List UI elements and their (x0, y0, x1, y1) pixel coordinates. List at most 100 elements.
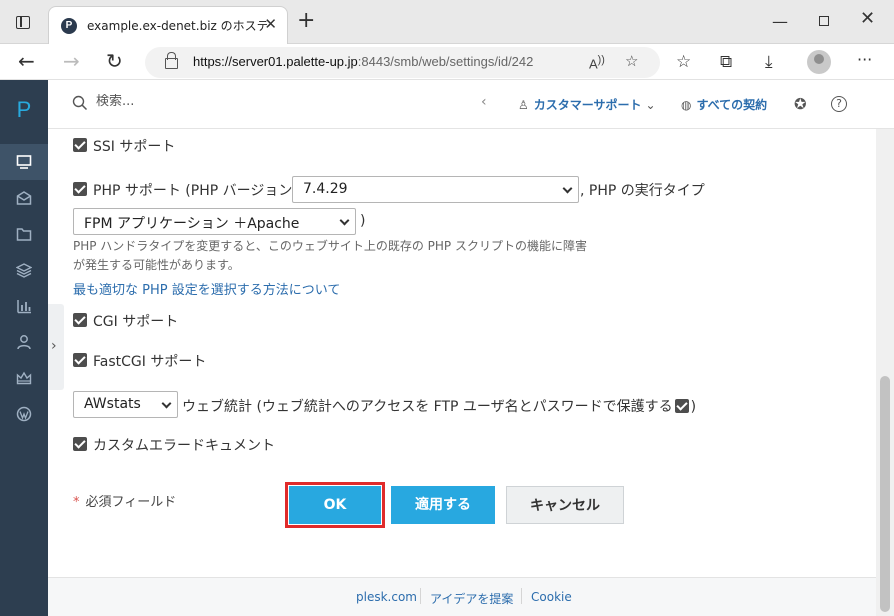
required-star: * (73, 495, 80, 510)
footer-link-cookie[interactable]: Cookie (531, 590, 572, 604)
account-icon (16, 371, 32, 385)
tab-actions-icon[interactable] (16, 16, 30, 29)
php-settings-help-link[interactable]: 最も適切な PHP 設定を選択する方法について (73, 279, 340, 298)
forward-icon[interactable]: → (63, 49, 80, 73)
all-subscriptions-label: すべての契約 (696, 98, 768, 112)
cgi-checkbox[interactable] (73, 313, 87, 327)
user-icon: ♙ (518, 98, 529, 112)
php-support-label: PHP サポート (PHP バージョン (93, 183, 293, 199)
browser-navbar: ← → ↻ https://server01.palette-up.jp:844… (0, 44, 894, 80)
maximize-icon[interactable] (819, 16, 829, 26)
customer-support-menu[interactable]: ♙ カスタマーサポート ⌄ (518, 96, 661, 113)
url-text[interactable]: https://server01.palette-up.jp:8443/smb/… (193, 54, 533, 69)
profile-icon[interactable] (807, 50, 831, 74)
sidebar-item-wordpress[interactable] (0, 396, 48, 432)
hosting-settings-form: › SSI サポート PHP サポート (PHP バージョン 7.4.29 , … (48, 129, 876, 577)
scrollbar-thumb[interactable] (880, 376, 890, 612)
sidebar-item-statistics[interactable] (0, 288, 48, 324)
all-subscriptions-link[interactable]: ◍ すべての契約 (681, 96, 767, 113)
page-scrollbar[interactable] (876, 129, 894, 616)
web-stats-protect-checkbox[interactable] (674, 399, 689, 413)
sidebar-item-mail[interactable] (0, 180, 48, 216)
web-stats-label: ウェブ統計 (ウェブ統計へのアクセスを FTP ユーザ名とパスワードで保護する (182, 399, 673, 415)
required-fields-label: 必須フィールド (85, 495, 177, 510)
customer-support-label: カスタマーサポート (533, 98, 642, 112)
web-stats-line: ウェブ統計 (ウェブ統計へのアクセスを FTP ユーザ名とパスワードで保護する) (182, 396, 696, 416)
plesk-sidebar: P (0, 80, 48, 616)
php-handler-note: PHP ハンドラタイプを変更すると、このウェブサイト上の既存の PHP スクリプ… (73, 239, 587, 272)
collections-icon[interactable]: ⧉ (720, 52, 732, 72)
php-run-type-label: , PHP の実行タイプ (580, 183, 705, 199)
custom-error-docs-checkbox[interactable] (73, 437, 87, 451)
plesk-topbar: ‹ ♙ カスタマーサポート⌄ ◍ すべての契約 ✪ ? (48, 80, 894, 129)
apply-button[interactable]: 適用する (391, 486, 495, 524)
web-stats-close-paren: ) (690, 399, 697, 415)
window-close-icon[interactable]: ✕ (860, 8, 875, 29)
ssi-label: SSI サポート (93, 139, 176, 155)
mail-icon (16, 191, 32, 205)
sidebar-expand-toggle[interactable]: › (48, 304, 64, 390)
sidebar-item-websites[interactable] (0, 144, 48, 180)
chevron-right-icon: › (51, 338, 57, 354)
php-handler-value: FPM アプリケーション ＋Apache (84, 216, 300, 232)
databases-icon (16, 263, 32, 278)
sidebar-item-account[interactable] (0, 360, 48, 396)
globe-icon: ◍ (681, 98, 692, 112)
reload-icon[interactable]: ↻ (106, 49, 123, 73)
plesk-footer: plesk.com アイデアを提案 Cookie (48, 577, 876, 616)
add-favorite-icon[interactable]: ☆ (625, 52, 638, 70)
custom-error-docs-label: カスタムエラードキュメント (93, 438, 275, 454)
footer-divider (420, 588, 421, 604)
url-path: :8443/smb/web/settings/id/242 (357, 54, 534, 69)
ssi-checkbox[interactable] (73, 138, 87, 152)
cgi-label: CGI サポート (93, 314, 179, 330)
php-version-select[interactable]: 7.4.29 (292, 176, 579, 203)
lock-icon[interactable] (165, 52, 178, 69)
footer-divider (521, 588, 522, 604)
statistics-icon (17, 300, 31, 314)
required-fields-note: * 必須フィールド (73, 491, 176, 510)
favorites-icon[interactable]: ☆ (676, 52, 691, 72)
php-support-checkbox[interactable] (73, 182, 87, 196)
php-handler-select[interactable]: FPM アプリケーション ＋Apache (73, 208, 356, 235)
help-icon[interactable]: ? (831, 96, 847, 112)
downloads-icon[interactable]: ⤓ (765, 52, 773, 72)
web-stats-value: AWstats (84, 396, 141, 412)
chevron-left-icon[interactable]: ‹ (481, 94, 487, 110)
browser-tab[interactable]: P example.ex-denet.biz のホスティング ✕ (48, 6, 288, 44)
chevron-down-icon (339, 215, 350, 226)
footer-link-plesk[interactable]: plesk.com (356, 590, 417, 604)
sidebar-item-databases[interactable] (0, 252, 48, 288)
tab-title: example.ex-denet.biz のホスティング (87, 19, 267, 33)
plesk-favicon-icon: P (61, 18, 77, 34)
search-icon (72, 95, 88, 111)
url-host: https://server01.palette-up.jp (193, 54, 358, 69)
chevron-down-icon: ⌄ (645, 98, 656, 112)
read-aloud-icon[interactable]: A)) (589, 54, 605, 71)
chevron-down-icon (161, 398, 172, 409)
users-icon (17, 335, 31, 350)
web-stats-select[interactable]: AWstats (73, 391, 178, 418)
more-icon[interactable]: ··· (857, 50, 872, 69)
new-tab-icon[interactable]: + (297, 10, 315, 32)
ok-button[interactable]: OK (285, 482, 385, 528)
php-handler-close-paren: ) (360, 213, 366, 229)
websites-icon (16, 155, 32, 169)
fastcgi-checkbox[interactable] (73, 353, 87, 367)
sidebar-item-users[interactable] (0, 324, 48, 360)
lifebuoy-icon[interactable]: ✪ (794, 95, 807, 113)
footer-link-suggest-idea[interactable]: アイデアを提案 (430, 590, 513, 607)
files-icon (16, 228, 32, 241)
minimize-icon[interactable]: — (772, 12, 788, 31)
tab-close-icon[interactable]: ✕ (264, 15, 277, 33)
wordpress-icon (16, 406, 32, 422)
search-input[interactable] (96, 94, 316, 109)
address-bar[interactable]: https://server01.palette-up.jp:8443/smb/… (145, 47, 660, 78)
fastcgi-label: FastCGI サポート (93, 354, 207, 370)
sidebar-item-files[interactable] (0, 216, 48, 252)
cancel-button[interactable]: キャンセル (506, 486, 624, 524)
php-version-value: 7.4.29 (303, 181, 348, 197)
browser-titlebar: P example.ex-denet.biz のホスティング ✕ + — ✕ (0, 0, 894, 44)
plesk-logo[interactable]: P (0, 97, 48, 123)
back-icon[interactable]: ← (18, 49, 35, 73)
